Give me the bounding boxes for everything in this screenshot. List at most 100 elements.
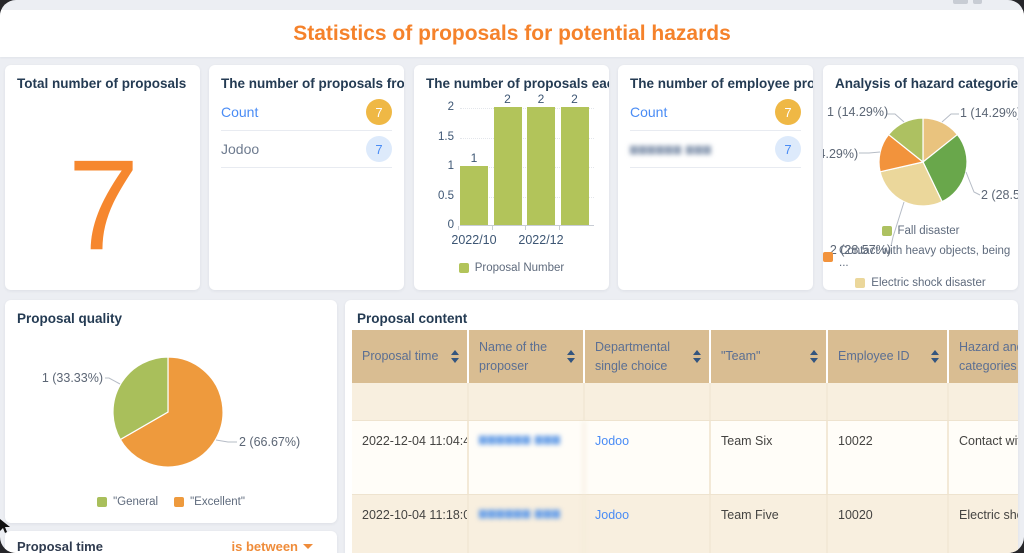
pie-label: 1 (14.29%) bbox=[823, 147, 859, 161]
legend-label: Electric shock disaster bbox=[871, 277, 986, 289]
pie-label: 2 (28.57%) bbox=[981, 188, 1018, 202]
window-control-remnant-icon bbox=[973, 0, 982, 4]
table-cell bbox=[585, 383, 711, 420]
axis-tick bbox=[491, 226, 493, 230]
legend-swatch bbox=[855, 278, 866, 288]
legend-swatch bbox=[97, 497, 108, 507]
quality-legend: "General "Excellent" bbox=[5, 496, 337, 508]
table-cell: Contact with heavy objects, being ... bbox=[959, 434, 1018, 448]
column-header-label: Hazard and hidden danger categories bbox=[959, 339, 1018, 373]
card-proposal-quality: Proposal quality 1 (33.33%) 2 (66.67%) "… bbox=[5, 300, 337, 523]
table-cell bbox=[949, 383, 1018, 420]
count-badge: 7 bbox=[366, 136, 392, 162]
department-link-cell[interactable]: Jodoo bbox=[585, 421, 711, 494]
pie-label: 1 (14.29%) bbox=[960, 106, 1018, 120]
redacted-employee-name: ▆▆▆▆▆▆ ▆▆▆ bbox=[630, 143, 712, 155]
axis-tick bbox=[525, 226, 526, 230]
legend-item: Electric shock disaster bbox=[823, 277, 1018, 289]
bar-plot: 1 2 2 2 bbox=[458, 92, 594, 230]
total-proposals-value: 7 bbox=[67, 134, 139, 277]
legend-item: "General bbox=[97, 496, 158, 508]
table-body: 2022-12-04 11:04:48 ▆▆▆▆▆▆ ▆▆▆ Jodoo Team S… bbox=[352, 383, 1018, 553]
legend-item: Fall disaster bbox=[823, 225, 1018, 237]
legend-swatch bbox=[458, 263, 469, 273]
card-title: Analysis of hazard categories bbox=[835, 76, 1018, 91]
pie-label: 1 (14.29%) bbox=[827, 105, 889, 119]
column-header-label: Employee ID bbox=[838, 349, 910, 364]
card-title: The number of proposals from ea... bbox=[221, 76, 404, 91]
list-item: Jodoo 7 bbox=[221, 131, 392, 168]
y-tick-label: 1 bbox=[447, 160, 454, 172]
sort-icon[interactable] bbox=[931, 350, 939, 363]
list-item: ▆▆▆▆▆▆ ▆▆▆ 7 bbox=[630, 131, 801, 168]
hazard-legend: Fall disaster Contact with heavy objects… bbox=[823, 225, 1018, 290]
bar bbox=[493, 107, 522, 225]
column-header[interactable]: Departmental single choice bbox=[585, 330, 711, 383]
legend-label: Fall disaster bbox=[897, 225, 960, 237]
sort-icon[interactable] bbox=[567, 350, 575, 363]
bar-value-label: 2 bbox=[504, 92, 511, 106]
sort-icon[interactable] bbox=[451, 350, 459, 363]
table-cell bbox=[711, 383, 828, 420]
filter-operator-dropdown[interactable]: is between bbox=[232, 539, 313, 553]
pie-label: 1 (33.33%) bbox=[41, 371, 103, 385]
y-tick-label: 0 bbox=[447, 219, 454, 231]
sort-icon[interactable] bbox=[810, 350, 818, 363]
mouse-cursor bbox=[0, 519, 10, 533]
column-header-label: Proposal time bbox=[362, 349, 439, 364]
list-item: Count 7 bbox=[630, 94, 801, 131]
card-proposals-from-each: The number of proposals from ea... Count… bbox=[209, 65, 404, 290]
bar-y-axis: 2 1.5 1 0.5 0 bbox=[426, 101, 456, 233]
legend-swatch bbox=[823, 252, 833, 262]
table-cell: Electric shock disaster bbox=[959, 508, 1018, 522]
bar-value-label: 2 bbox=[537, 92, 545, 106]
column-header-label: Departmental single choice bbox=[595, 339, 671, 373]
table-row bbox=[352, 383, 1018, 421]
card-title: Total number of proposals bbox=[17, 76, 187, 91]
count-link[interactable]: Count bbox=[630, 104, 667, 120]
count-link[interactable]: Count bbox=[221, 104, 258, 120]
table-cell bbox=[828, 383, 949, 420]
bar-value-label: 2 bbox=[571, 92, 578, 106]
card-title: Proposal content bbox=[357, 311, 468, 326]
card-employee-proposals: The number of employee proposals Count 7… bbox=[618, 65, 813, 290]
column-header-label: Name of the proposer bbox=[479, 339, 548, 373]
bar-value-label: 1 bbox=[470, 151, 478, 165]
table-cell bbox=[469, 383, 585, 420]
table-cell bbox=[352, 383, 469, 420]
axis-tick bbox=[558, 226, 560, 230]
page-title: Statistics of proposals for potential ha… bbox=[293, 22, 731, 45]
department-link-cell[interactable]: Jodoo bbox=[585, 495, 711, 553]
column-header[interactable]: Hazard and hidden danger categories bbox=[949, 330, 1018, 383]
bar-legend: Proposal Number bbox=[414, 262, 609, 274]
dashboard: Statistics of proposals for potential ha… bbox=[0, 0, 1024, 553]
card-title: The number of employee proposals bbox=[630, 76, 813, 91]
redacted-name-cell: ▆▆▆▆▆▆ ▆▆▆ bbox=[469, 421, 585, 494]
column-header[interactable]: Employee ID bbox=[828, 330, 949, 383]
monthly-bar-chart[interactable]: 2 1.5 1 0.5 0 1 2 2 2 2022/10 2022/12 bbox=[426, 92, 602, 251]
y-tick-label: 2 bbox=[447, 101, 454, 113]
sort-icon[interactable] bbox=[693, 350, 701, 363]
column-header-label: "Team" bbox=[721, 349, 761, 364]
y-tick-label: 0.5 bbox=[438, 189, 454, 202]
bar-x-axis: 2022/10 2022/12 bbox=[451, 233, 594, 249]
pie-label: 2 (66.67%) bbox=[239, 435, 301, 449]
table-row: 2022-12-04 11:04:48 ▆▆▆▆▆▆ ▆▆▆ Jodoo Team S… bbox=[352, 421, 1018, 495]
x-tick-label: 2022/10 bbox=[451, 233, 497, 247]
table-cell: 2022-12-04 11:04:48 bbox=[352, 421, 469, 494]
column-header[interactable]: Name of the proposer bbox=[469, 330, 585, 383]
filter-operator-value: is between bbox=[231, 539, 298, 553]
x-tick-label: 2022/12 bbox=[518, 233, 564, 247]
column-header[interactable]: Proposal time bbox=[352, 330, 469, 383]
count-badge: 7 bbox=[775, 136, 801, 162]
legend-label: Contact with heavy objects, being ... bbox=[839, 245, 1011, 269]
y-tick-label: 1.5 bbox=[438, 130, 454, 143]
card-proposal-time-filter: Proposal time is between bbox=[5, 531, 337, 553]
quality-pie-chart[interactable]: 1 (33.33%) 2 (66.67%) bbox=[5, 350, 337, 520]
legend-label: "General bbox=[113, 496, 159, 508]
legend-label: Proposal Number bbox=[474, 262, 565, 274]
card-proposals-each-month: The number of proposals each m... 2 1.5 1 0… bbox=[414, 65, 609, 290]
column-header[interactable]: "Team" bbox=[711, 330, 828, 383]
source-label: Jodoo bbox=[221, 141, 260, 157]
table-cell: 10022 bbox=[828, 421, 949, 494]
